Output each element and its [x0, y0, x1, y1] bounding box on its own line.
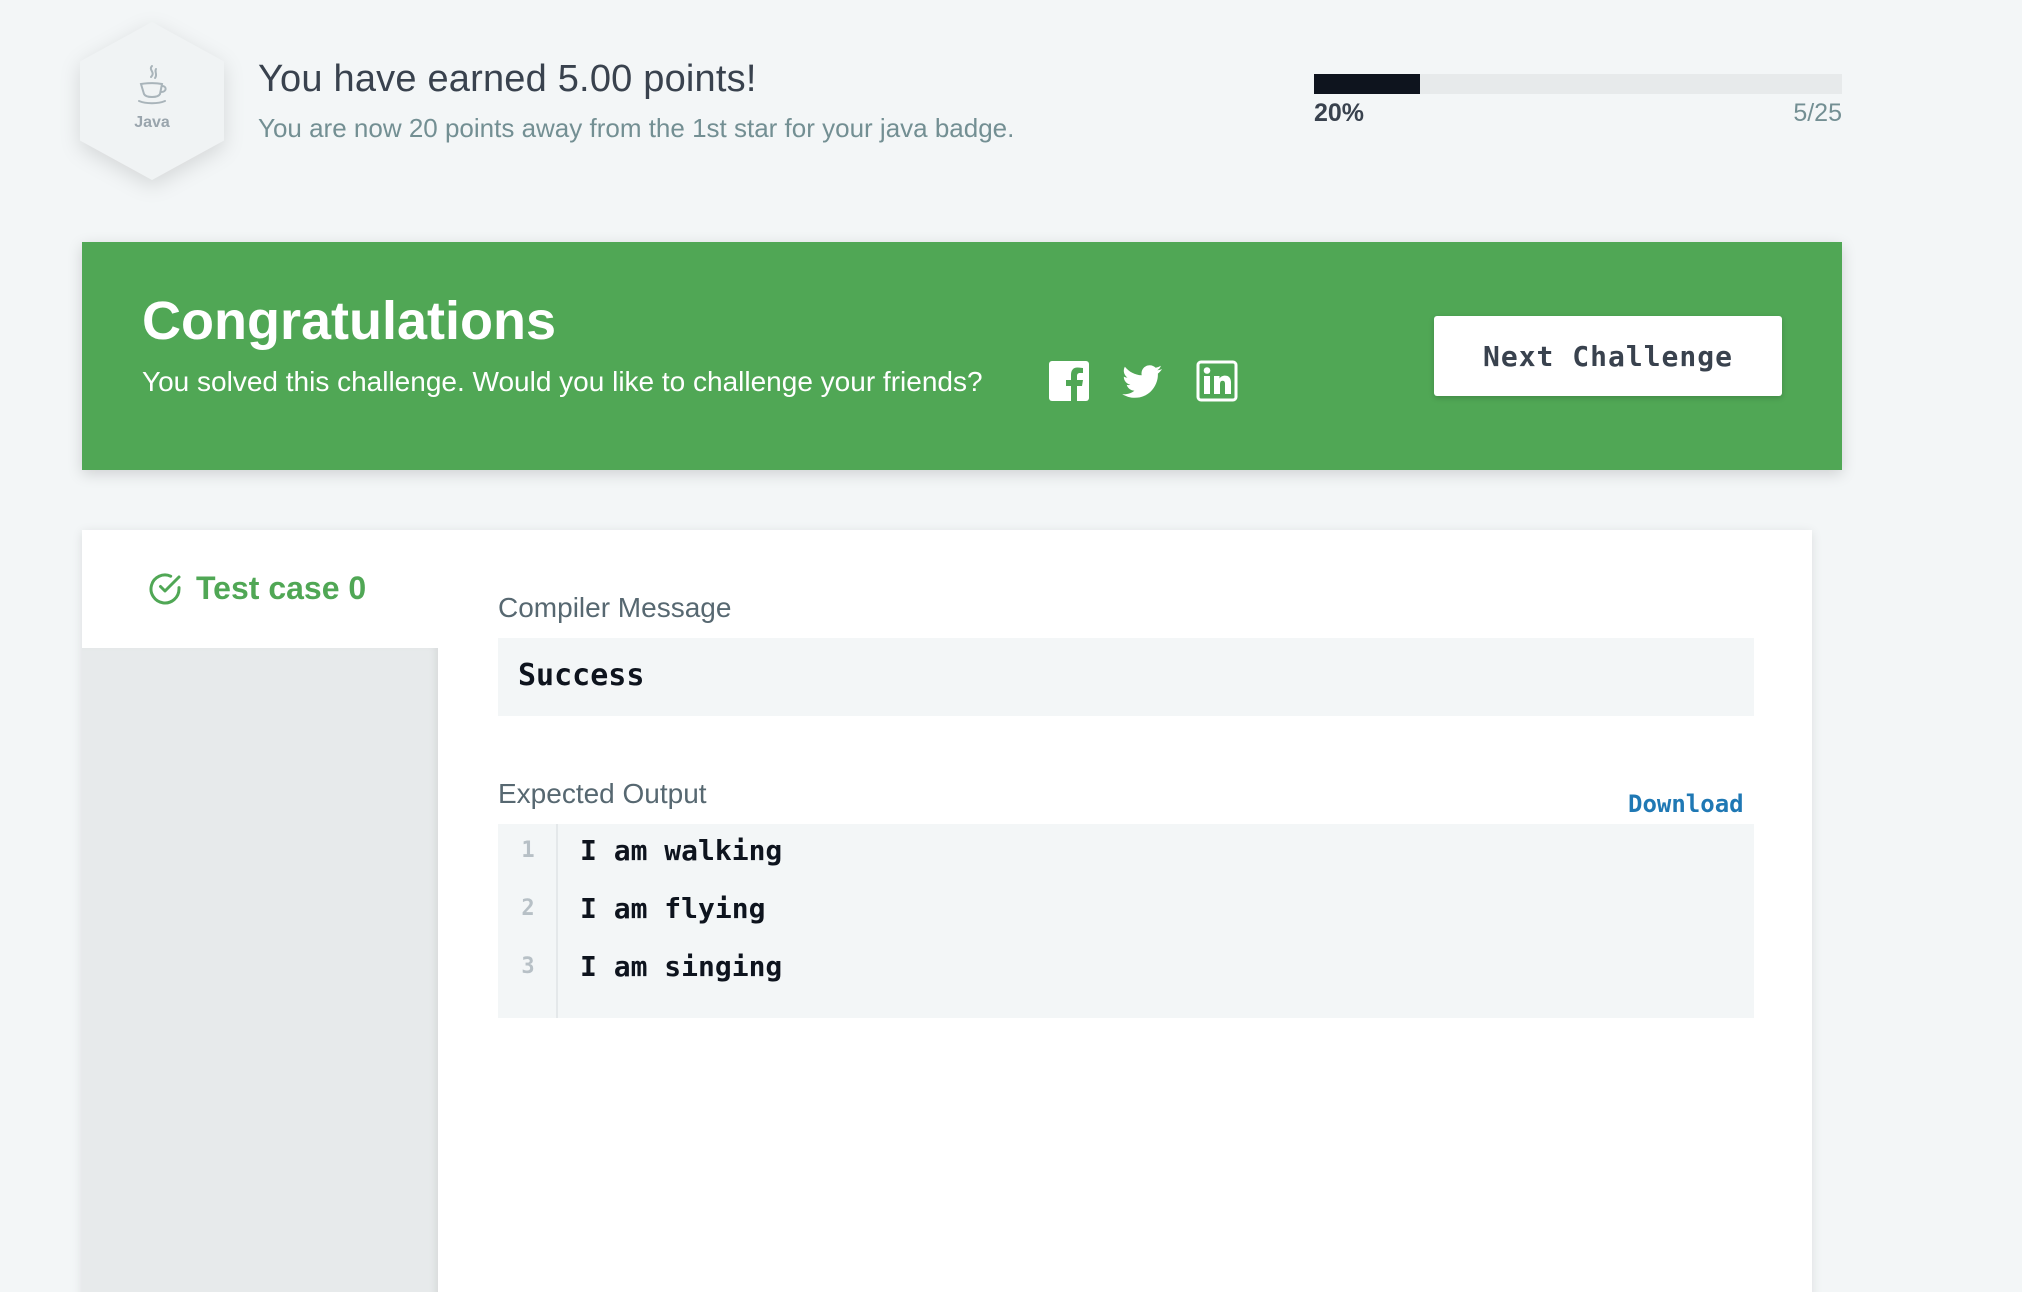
badge-progress-bar: [1314, 74, 1842, 94]
expected-output-label: Expected Output: [498, 778, 707, 809]
output-line: 3 I am singing: [498, 940, 1754, 998]
banner-subtitle: You solved this challenge. Would you lik…: [142, 366, 983, 397]
download-link[interactable]: Download: [1628, 790, 1744, 818]
tab-test-case-0[interactable]: Test case 0: [82, 530, 438, 648]
line-text: I am walking: [580, 834, 783, 867]
facebook-icon[interactable]: [1048, 360, 1090, 402]
line-text: I am flying: [580, 892, 766, 925]
badge-label: Java: [134, 114, 170, 131]
expected-output-box: 1 I am walking 2 I am flying 3 I am sing…: [498, 824, 1754, 1018]
compiler-message-box: Success: [498, 638, 1754, 716]
line-number: 1: [521, 838, 535, 863]
next-challenge-button[interactable]: Next Challenge: [1434, 316, 1782, 396]
twitter-icon[interactable]: [1122, 360, 1164, 402]
check-circle-icon: [149, 573, 181, 605]
test-results-panel: Test case 0 Compiler Message Success Exp…: [82, 530, 1812, 1292]
java-cup-icon: [138, 65, 167, 105]
points-away-subtitle: You are now 20 points away from the 1st …: [258, 113, 1015, 143]
points-earned-title: You have earned 5.00 points!: [258, 58, 757, 100]
line-number: 3: [521, 954, 535, 979]
progress-percent: 20%: [1314, 99, 1365, 127]
line-text: I am singing: [580, 950, 783, 983]
test-case-sidebar: [82, 648, 438, 1292]
banner-title: Congratulations: [142, 291, 556, 351]
test-case-label: Test case 0: [196, 570, 367, 606]
progress-count: 5/25: [1793, 99, 1842, 127]
progress-fill: [1314, 74, 1420, 94]
line-number: 2: [521, 896, 535, 921]
submission-result-page: Java You have earned 5.00 points! You ar…: [0, 0, 2022, 1292]
linkedin-icon[interactable]: [1196, 360, 1238, 402]
compiler-message-label: Compiler Message: [498, 592, 732, 623]
output-line: 1 I am walking: [498, 824, 1754, 882]
congratulations-banner: Congratulations You solved this challeng…: [82, 242, 1842, 470]
output-line: 2 I am flying: [498, 882, 1754, 940]
java-badge: Java: [80, 22, 224, 180]
